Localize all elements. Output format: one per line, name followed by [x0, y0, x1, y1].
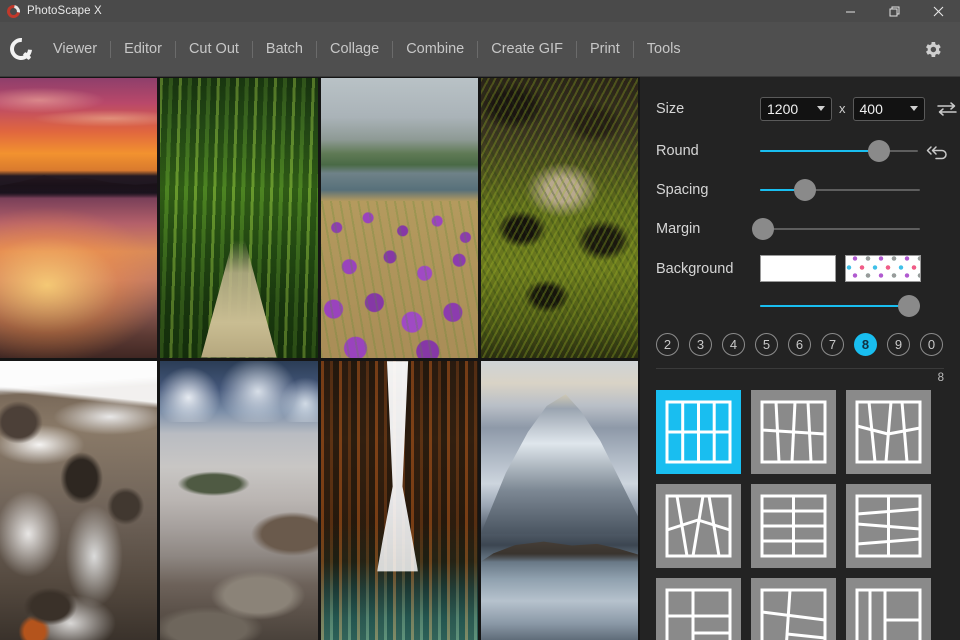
background-label: Background	[656, 261, 760, 277]
height-select[interactable]: 400	[853, 97, 925, 121]
round-label: Round	[656, 143, 760, 159]
menu-item-tools[interactable]: Tools	[634, 22, 694, 77]
reset-undo-icon[interactable]	[924, 140, 950, 162]
background-row: Background	[640, 251, 960, 286]
count-button-6[interactable]: 6	[788, 333, 811, 356]
menu-items: Viewer Editor Cut Out Batch Collage Comb…	[40, 22, 694, 76]
size-separator: x	[839, 101, 846, 116]
template-4x2-tilt-slight[interactable]	[751, 390, 836, 474]
margin-row: Margin	[640, 211, 960, 246]
photoscape-window: PhotoScape X Viewer	[0, 0, 960, 640]
title-bar: PhotoScape X	[0, 0, 960, 22]
collage-cell-snowy-mountain[interactable]	[481, 361, 638, 640]
round-slider-fill	[760, 150, 879, 152]
height-value: 400	[860, 101, 883, 117]
width-select[interactable]: 1200	[760, 97, 832, 121]
collage-cell-bamboo-forest[interactable]	[160, 78, 317, 358]
size-row: Size 1200 x 400	[640, 91, 960, 126]
template-mixed-columns[interactable]	[846, 578, 931, 640]
window-title: PhotoScape X	[27, 5, 102, 17]
spacing-label: Spacing	[656, 182, 760, 198]
menu-item-editor[interactable]: Editor	[111, 22, 175, 77]
menu-item-cut-out[interactable]: Cut Out	[176, 22, 252, 77]
size-label: Size	[656, 101, 760, 117]
close-icon[interactable]	[916, 0, 960, 22]
background-opacity-fill	[760, 305, 909, 307]
collage-cell-beach-sunset[interactable]	[0, 78, 157, 358]
collage-cell-crocus-field[interactable]	[321, 78, 478, 358]
collage-settings-panel: Size 1200 x 400 Round	[638, 77, 960, 640]
template-4x2-straight[interactable]	[656, 390, 741, 474]
background-color-swatch[interactable]	[760, 255, 836, 282]
collage-canvas[interactable]	[0, 77, 638, 640]
menu-item-print[interactable]: Print	[577, 22, 633, 77]
collage-cell-calm-lake[interactable]	[160, 361, 317, 640]
template-mixed-tilt[interactable]	[751, 578, 836, 640]
menu-item-viewer[interactable]: Viewer	[40, 22, 110, 77]
collage-grid	[0, 77, 638, 640]
chevron-down-icon	[910, 106, 918, 111]
template-2x4-tilt[interactable]	[846, 484, 931, 568]
count-button-2[interactable]: 2	[656, 333, 679, 356]
margin-slider[interactable]	[760, 217, 920, 241]
window-controls	[828, 0, 960, 22]
spacing-slider-thumb[interactable]	[794, 179, 816, 201]
background-opacity-row	[640, 288, 960, 323]
main-menu-bar: Viewer Editor Cut Out Batch Collage Comb…	[0, 22, 960, 77]
count-button-0[interactable]: 0	[920, 333, 943, 356]
spacing-slider[interactable]	[760, 178, 920, 202]
photoscape-lens-icon[interactable]	[8, 36, 34, 62]
gear-icon[interactable]	[920, 37, 944, 61]
round-row: Round	[640, 133, 960, 168]
polka-dots-pattern-swatch[interactable]	[845, 255, 921, 282]
restore-icon[interactable]	[872, 0, 916, 22]
template-list	[640, 386, 960, 640]
count-button-8[interactable]: 8	[854, 333, 877, 356]
menu-item-create-gif[interactable]: Create GIF	[478, 22, 576, 77]
count-button-5[interactable]: 5	[755, 333, 778, 356]
template-4x2-tilt-strong[interactable]	[656, 484, 741, 568]
background-opacity-slider[interactable]	[760, 294, 920, 318]
count-button-9[interactable]: 9	[887, 333, 910, 356]
menu-item-collage[interactable]: Collage	[317, 22, 392, 77]
count-button-7[interactable]: 7	[821, 333, 844, 356]
count-button-4[interactable]: 4	[722, 333, 745, 356]
count-button-3[interactable]: 3	[689, 333, 712, 356]
minimize-icon[interactable]	[828, 0, 872, 22]
swap-arrows-icon[interactable]	[935, 99, 959, 119]
collage-cell-mossy-rocks[interactable]	[481, 78, 638, 358]
photo-count-selector: 2 3 4 5 6 7 8 9 0	[640, 323, 960, 356]
collage-cell-tall-waterfall[interactable]	[321, 361, 478, 640]
menu-item-combine[interactable]: Combine	[393, 22, 477, 77]
margin-slider-track	[760, 228, 920, 230]
chevron-down-icon	[817, 106, 825, 111]
template-2x4-straight[interactable]	[751, 484, 836, 568]
width-value: 1200	[767, 101, 798, 117]
photoscape-logo-icon	[7, 5, 20, 18]
round-slider[interactable]	[760, 139, 918, 163]
template-count-row: 8	[640, 369, 960, 386]
template-mixed-straight[interactable]	[656, 578, 741, 640]
margin-slider-thumb[interactable]	[752, 218, 774, 240]
spacing-row: Spacing	[640, 172, 960, 207]
menu-item-batch[interactable]: Batch	[253, 22, 316, 77]
template-count-label: 8	[938, 372, 944, 384]
collage-cell-cascade-waterfall[interactable]	[0, 361, 157, 640]
round-slider-thumb[interactable]	[868, 140, 890, 162]
margin-label: Margin	[656, 221, 760, 237]
background-opacity-thumb[interactable]	[898, 295, 920, 317]
template-4x2-tilt-wave[interactable]	[846, 390, 931, 474]
